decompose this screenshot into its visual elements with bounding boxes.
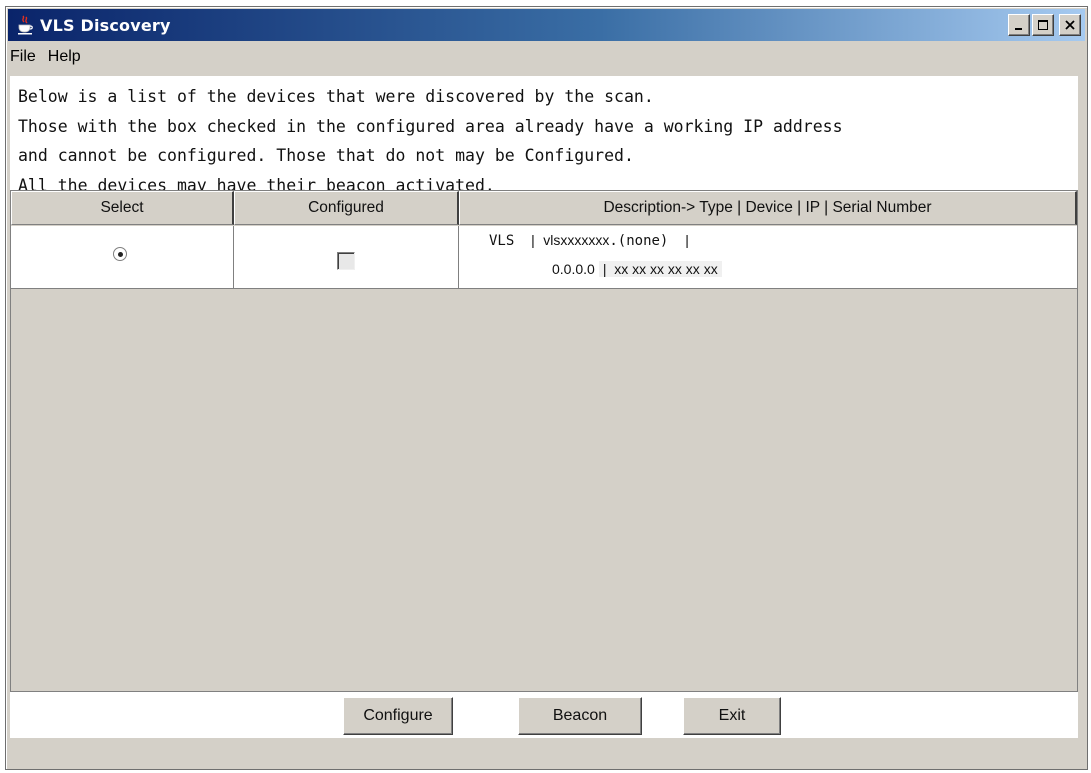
close-icon: [1064, 16, 1076, 35]
status-bar: [7, 740, 1086, 762]
device-domain: .(none): [609, 233, 669, 249]
table-row[interactable]: VLS | vlsxxxxxxx.(none) | 0.0.0.0 | xx xx…: [11, 226, 1077, 289]
beacon-button[interactable]: Beacon: [518, 697, 642, 735]
radio-selected-dot: [117, 251, 123, 257]
window-title: VLS Discovery: [40, 15, 171, 35]
column-header-description[interactable]: Description-> Type | Device | IP | Seria…: [459, 191, 1077, 225]
close-button[interactable]: [1059, 14, 1081, 36]
window-controls: [1008, 14, 1081, 36]
column-header-configured[interactable]: Configured: [234, 191, 459, 225]
title-bar[interactable]: VLS Discovery: [8, 9, 1085, 41]
configure-button[interactable]: Configure: [343, 697, 453, 735]
description-line-1: VLS | vlsxxxxxxx.(none) |: [489, 232, 689, 249]
select-radio[interactable]: [113, 247, 127, 261]
exit-button[interactable]: Exit: [683, 697, 781, 735]
select-cell[interactable]: [11, 226, 234, 288]
minimize-button[interactable]: [1008, 14, 1030, 36]
instructions-panel: Below is a list of the devices that were…: [10, 76, 1078, 195]
menu-bar: File Help: [8, 43, 1085, 71]
separator: |: [531, 232, 535, 248]
minimize-icon: [1013, 16, 1025, 35]
device-ip: 0.0.0.0: [552, 261, 595, 277]
separator: |: [685, 232, 689, 248]
separator: |: [602, 261, 607, 277]
device-serial: xx xx xx xx xx xx: [614, 261, 718, 277]
configured-checkbox: [337, 252, 355, 270]
table-header: Select Configured Description-> Type | D…: [11, 191, 1077, 225]
device-table: Select Configured Description-> Type | D…: [10, 190, 1078, 692]
menu-help[interactable]: Help: [42, 48, 87, 66]
instruction-line: and cannot be configured. Those that do …: [18, 146, 634, 165]
description-line-2: 0.0.0.0 | xx xx xx xx xx xx: [552, 261, 722, 277]
device-type: VLS: [489, 233, 515, 249]
description-cell: VLS | vlsxxxxxxx.(none) | 0.0.0.0 | xx xx…: [459, 226, 1077, 288]
maximize-icon: [1037, 16, 1049, 35]
configured-cell: [234, 226, 459, 288]
instruction-line: Below is a list of the devices that were…: [18, 87, 654, 106]
button-bar: Configure Beacon Exit: [10, 692, 1078, 738]
column-header-select[interactable]: Select: [11, 191, 234, 225]
maximize-button[interactable]: [1032, 14, 1054, 36]
device-name: vlsxxxxxxx: [543, 232, 610, 248]
instruction-line: Those with the box checked in the config…: [18, 116, 843, 136]
java-cup-icon[interactable]: [14, 14, 36, 36]
menu-file[interactable]: File: [8, 48, 42, 66]
